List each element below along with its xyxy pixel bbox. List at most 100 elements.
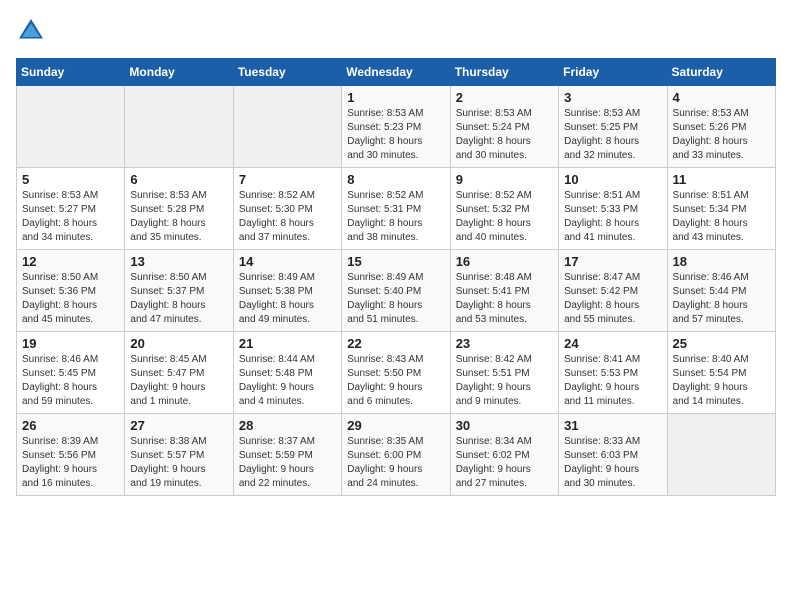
column-header-thursday: Thursday (450, 59, 558, 86)
day-info: Sunrise: 8:53 AM Sunset: 5:27 PM Dayligh… (22, 189, 119, 245)
day-number: 24 (564, 336, 661, 351)
calendar-cell: 17 Sunrise: 8:47 AM Sunset: 5:42 PM Dayli… (559, 250, 667, 332)
day-number: 3 (564, 90, 661, 105)
day-number: 25 (673, 336, 770, 351)
calendar-cell: 1 Sunrise: 8:53 AM Sunset: 5:23 PM Daylig… (342, 86, 450, 168)
day-info: Sunrise: 8:38 AM Sunset: 5:57 PM Dayligh… (130, 435, 227, 491)
calendar-cell: 9 Sunrise: 8:52 AM Sunset: 5:32 PM Daylig… (450, 168, 558, 250)
day-number: 23 (456, 336, 553, 351)
day-info: Sunrise: 8:35 AM Sunset: 6:00 PM Dayligh… (347, 435, 444, 491)
day-number: 15 (347, 254, 444, 269)
calendar-cell: 21Sunrise: 8:44 AM Sunset: 5:48 PM Dayli… (233, 332, 341, 414)
day-number: 26 (22, 418, 119, 433)
calendar-cell: 28Sunrise: 8:37 AM Sunset: 5:59 PM Dayli… (233, 414, 341, 496)
day-number: 9 (456, 172, 553, 187)
day-number: 18 (673, 254, 770, 269)
day-info: Sunrise: 8:53 AM Sunset: 5:25 PM Dayligh… (564, 107, 661, 163)
calendar-cell: 5Sunrise: 8:53 AM Sunset: 5:27 PM Daylig… (17, 168, 125, 250)
calendar-cell: 20 Sunrise: 8:45 AM Sunset: 5:47 PM Dayli… (125, 332, 233, 414)
page-header (16, 16, 776, 46)
calendar-cell: 4 Sunrise: 8:53 AM Sunset: 5:26 PM Daylig… (667, 86, 775, 168)
day-number: 20 (130, 336, 227, 351)
calendar-cell (125, 86, 233, 168)
column-header-friday: Friday (559, 59, 667, 86)
calendar-cell: 22 Sunrise: 8:43 AM Sunset: 5:50 PM Dayli… (342, 332, 450, 414)
day-number: 22 (347, 336, 444, 351)
day-info: Sunrise: 8:42 AM Sunset: 5:51 PM Dayligh… (456, 353, 553, 409)
calendar-cell: 23 Sunrise: 8:42 AM Sunset: 5:51 PM Dayli… (450, 332, 558, 414)
day-number: 6 (130, 172, 227, 187)
calendar-cell: 11Sunrise: 8:51 AM Sunset: 5:34 PM Dayli… (667, 168, 775, 250)
calendar-table: SundayMondayTuesdayWednesdayThursdayFrid… (16, 58, 776, 496)
day-number: 12 (22, 254, 119, 269)
day-number: 1 (347, 90, 444, 105)
calendar-cell (233, 86, 341, 168)
logo-icon (16, 16, 46, 46)
day-number: 17 (564, 254, 661, 269)
calendar-cell: 6 Sunrise: 8:53 AM Sunset: 5:28 PM Daylig… (125, 168, 233, 250)
calendar-cell: 27 Sunrise: 8:38 AM Sunset: 5:57 PM Dayli… (125, 414, 233, 496)
day-info: Sunrise: 8:46 AM Sunset: 5:44 PM Dayligh… (673, 271, 770, 327)
day-number: 16 (456, 254, 553, 269)
calendar-cell (17, 86, 125, 168)
day-info: Sunrise: 8:39 AM Sunset: 5:56 PM Dayligh… (22, 435, 119, 491)
day-info: Sunrise: 8:53 AM Sunset: 5:23 PM Dayligh… (347, 107, 444, 163)
day-info: Sunrise: 8:52 AM Sunset: 5:31 PM Dayligh… (347, 189, 444, 245)
day-info: Sunrise: 8:50 AM Sunset: 5:37 PM Dayligh… (130, 271, 227, 327)
day-info: Sunrise: 8:49 AM Sunset: 5:40 PM Dayligh… (347, 271, 444, 327)
column-header-monday: Monday (125, 59, 233, 86)
calendar-cell: 29 Sunrise: 8:35 AM Sunset: 6:00 PM Dayli… (342, 414, 450, 496)
calendar-cell: 8Sunrise: 8:52 AM Sunset: 5:31 PM Daylig… (342, 168, 450, 250)
column-header-tuesday: Tuesday (233, 59, 341, 86)
calendar-week-row: 5Sunrise: 8:53 AM Sunset: 5:27 PM Daylig… (17, 168, 776, 250)
calendar-cell: 14 Sunrise: 8:49 AM Sunset: 5:38 PM Dayli… (233, 250, 341, 332)
day-number: 10 (564, 172, 661, 187)
day-info: Sunrise: 8:34 AM Sunset: 6:02 PM Dayligh… (456, 435, 553, 491)
day-info: Sunrise: 8:33 AM Sunset: 6:03 PM Dayligh… (564, 435, 661, 491)
calendar-cell: 12 Sunrise: 8:50 AM Sunset: 5:36 PM Dayli… (17, 250, 125, 332)
calendar-cell: 31 Sunrise: 8:33 AM Sunset: 6:03 PM Dayli… (559, 414, 667, 496)
day-number: 7 (239, 172, 336, 187)
day-number: 2 (456, 90, 553, 105)
day-info: Sunrise: 8:41 AM Sunset: 5:53 PM Dayligh… (564, 353, 661, 409)
day-info: Sunrise: 8:48 AM Sunset: 5:41 PM Dayligh… (456, 271, 553, 327)
day-info: Sunrise: 8:49 AM Sunset: 5:38 PM Dayligh… (239, 271, 336, 327)
calendar-cell: 7 Sunrise: 8:52 AM Sunset: 5:30 PM Daylig… (233, 168, 341, 250)
day-number: 28 (239, 418, 336, 433)
day-number: 4 (673, 90, 770, 105)
day-info: Sunrise: 8:52 AM Sunset: 5:30 PM Dayligh… (239, 189, 336, 245)
day-info: Sunrise: 8:51 AM Sunset: 5:33 PM Dayligh… (564, 189, 661, 245)
day-info: Sunrise: 8:52 AM Sunset: 5:32 PM Dayligh… (456, 189, 553, 245)
calendar-cell: 10 Sunrise: 8:51 AM Sunset: 5:33 PM Dayli… (559, 168, 667, 250)
calendar-week-row: 19 Sunrise: 8:46 AM Sunset: 5:45 PM Dayli… (17, 332, 776, 414)
day-number: 14 (239, 254, 336, 269)
day-info: Sunrise: 8:53 AM Sunset: 5:26 PM Dayligh… (673, 107, 770, 163)
day-number: 13 (130, 254, 227, 269)
calendar-cell: 2 Sunrise: 8:53 AM Sunset: 5:24 PM Daylig… (450, 86, 558, 168)
calendar-cell: 15 Sunrise: 8:49 AM Sunset: 5:40 PM Dayli… (342, 250, 450, 332)
calendar-week-row: 26 Sunrise: 8:39 AM Sunset: 5:56 PM Dayli… (17, 414, 776, 496)
calendar-cell: 24 Sunrise: 8:41 AM Sunset: 5:53 PM Dayli… (559, 332, 667, 414)
day-info: Sunrise: 8:46 AM Sunset: 5:45 PM Dayligh… (22, 353, 119, 409)
day-number: 27 (130, 418, 227, 433)
logo (16, 16, 50, 46)
column-header-wednesday: Wednesday (342, 59, 450, 86)
day-number: 29 (347, 418, 444, 433)
calendar-cell: 16 Sunrise: 8:48 AM Sunset: 5:41 PM Dayli… (450, 250, 558, 332)
calendar-week-row: 12 Sunrise: 8:50 AM Sunset: 5:36 PM Dayli… (17, 250, 776, 332)
day-number: 21 (239, 336, 336, 351)
day-number: 30 (456, 418, 553, 433)
day-info: Sunrise: 8:53 AM Sunset: 5:24 PM Dayligh… (456, 107, 553, 163)
calendar-cell: 30 Sunrise: 8:34 AM Sunset: 6:02 PM Dayli… (450, 414, 558, 496)
day-info: Sunrise: 8:45 AM Sunset: 5:47 PM Dayligh… (130, 353, 227, 409)
day-info: Sunrise: 8:47 AM Sunset: 5:42 PM Dayligh… (564, 271, 661, 327)
day-info: Sunrise: 8:51 AM Sunset: 5:34 PM Dayligh… (673, 189, 770, 245)
calendar-cell: 19 Sunrise: 8:46 AM Sunset: 5:45 PM Dayli… (17, 332, 125, 414)
day-info: Sunrise: 8:43 AM Sunset: 5:50 PM Dayligh… (347, 353, 444, 409)
day-number: 31 (564, 418, 661, 433)
day-info: Sunrise: 8:53 AM Sunset: 5:28 PM Dayligh… (130, 189, 227, 245)
day-info: Sunrise: 8:50 AM Sunset: 5:36 PM Dayligh… (22, 271, 119, 327)
calendar-cell: 26 Sunrise: 8:39 AM Sunset: 5:56 PM Dayli… (17, 414, 125, 496)
calendar-header-row: SundayMondayTuesdayWednesdayThursdayFrid… (17, 59, 776, 86)
day-number: 19 (22, 336, 119, 351)
